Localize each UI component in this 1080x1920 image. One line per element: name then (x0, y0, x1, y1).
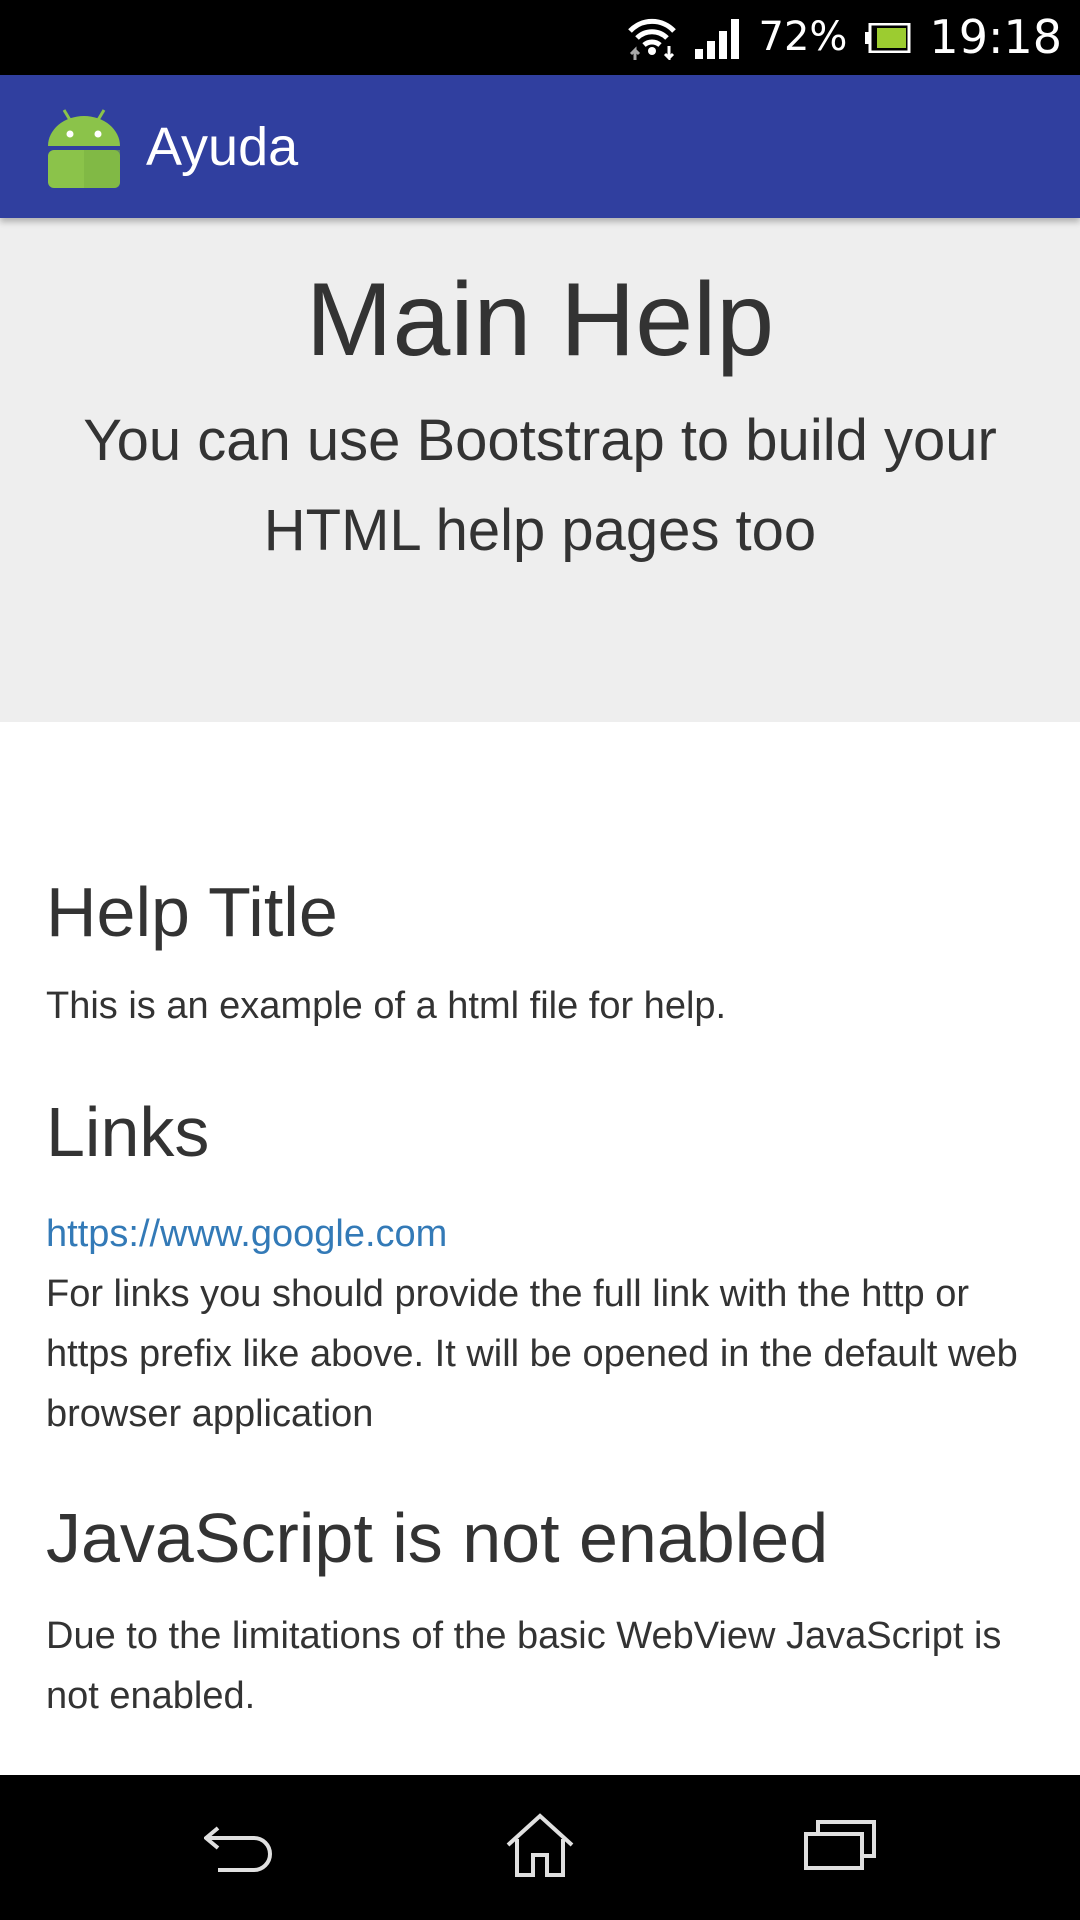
home-icon (505, 1813, 575, 1882)
navigation-bar (0, 1775, 1080, 1920)
google-link[interactable]: https://www.google.com (46, 1204, 1034, 1264)
help-title-heading: Help Title (46, 873, 338, 951)
home-button[interactable] (460, 1775, 620, 1920)
javascript-heading: JavaScript is not enabled (46, 1499, 829, 1577)
status-icons: 72% 19:18 (627, 0, 1062, 75)
status-bar: 72% 19:18 (0, 0, 1080, 75)
back-icon (202, 1818, 276, 1877)
battery-percent: 72% (758, 14, 848, 60)
battery-icon (865, 22, 911, 53)
signal-icon (694, 17, 741, 59)
links-description: For links you should provide the full li… (46, 1273, 1018, 1435)
back-button[interactable] (160, 1775, 320, 1920)
android-icon (44, 106, 124, 188)
links-heading: Links (46, 1093, 210, 1171)
app-bar: Ayuda (0, 75, 1080, 218)
help-description: This is an example of a html file for he… (46, 985, 727, 1027)
help-webview[interactable]: Main Help You can use Bootstrap to build… (0, 218, 1080, 1775)
jumbotron: Main Help You can use Bootstrap to build… (0, 218, 1080, 722)
clock: 19:18 (929, 10, 1062, 64)
page-lead: You can use Bootstrap to build your HTML… (83, 408, 997, 563)
content-container: Help Title This is an example of a html … (0, 870, 1080, 1726)
app-title: Ayuda (146, 116, 299, 177)
wifi-icon (627, 16, 677, 60)
recent-apps-button[interactable] (760, 1775, 920, 1920)
recent-apps-icon (804, 1820, 876, 1875)
javascript-description: Due to the limitations of the basic WebV… (46, 1615, 1002, 1717)
page-title: Main Help (305, 262, 775, 378)
